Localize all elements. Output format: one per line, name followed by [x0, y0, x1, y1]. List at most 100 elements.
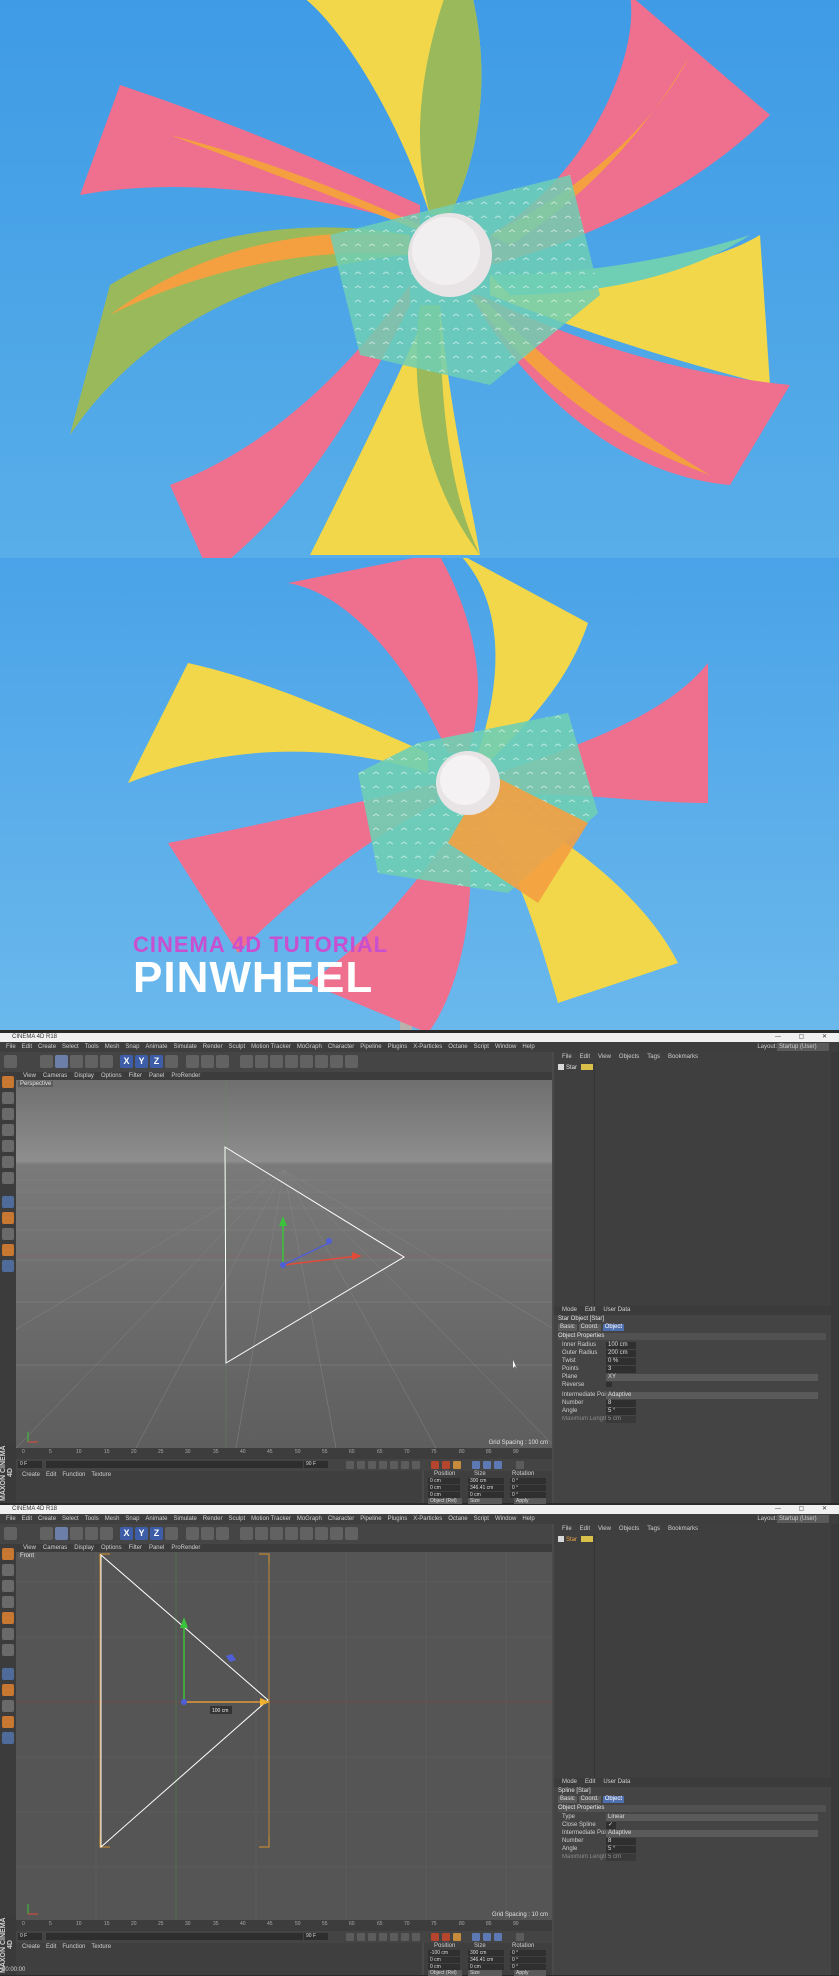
- menu-file[interactable]: File: [6, 1044, 16, 1050]
- close-spline-checkbox[interactable]: ✓: [606, 1822, 616, 1829]
- vp-menu-view[interactable]: View: [23, 1073, 36, 1079]
- visibility-toggle[interactable]: [581, 1064, 594, 1071]
- mat-menu-function[interactable]: Function: [62, 1944, 85, 1950]
- scale-tool-icon[interactable]: [70, 1527, 83, 1540]
- tab-object[interactable]: Object: [602, 1324, 625, 1331]
- position-key-icon[interactable]: [472, 1461, 480, 1469]
- subdivision-icon[interactable]: [270, 1527, 283, 1540]
- attr-type[interactable]: Type Linear: [562, 1814, 818, 1821]
- x-axis-lock-icon[interactable]: X: [120, 1527, 133, 1540]
- floor-icon[interactable]: [315, 1527, 328, 1540]
- object-row-star[interactable]: Star: [558, 1064, 594, 1072]
- right-tab-strip[interactable]: [831, 1052, 839, 1503]
- record-icon[interactable]: [431, 1933, 439, 1941]
- next-frame-icon[interactable]: [390, 1933, 398, 1941]
- workplane-icon[interactable]: [2, 1596, 14, 1608]
- menu-create[interactable]: Create: [38, 1044, 56, 1050]
- obj-menu-view[interactable]: View: [598, 1054, 611, 1060]
- menu-window[interactable]: Window: [495, 1044, 516, 1050]
- window-controls[interactable]: — ▢ ✕: [775, 1505, 835, 1514]
- attr-value[interactable]: 5 °: [606, 1846, 636, 1853]
- menu-motion-tracker[interactable]: Motion Tracker: [251, 1516, 291, 1522]
- vp-menu-prorender[interactable]: ProRender: [171, 1545, 200, 1551]
- menu-sculpt[interactable]: Sculpt: [228, 1044, 245, 1050]
- position-y-field[interactable]: 0 cm: [428, 1957, 460, 1963]
- z-axis-lock-icon[interactable]: Z: [150, 1055, 163, 1068]
- size-x-field[interactable]: 300 cm: [468, 1478, 504, 1484]
- vp-menu-filter[interactable]: Filter: [129, 1545, 142, 1551]
- front-viewport[interactable]: 100 cm Front Grid Spacing : 10 cm: [16, 1552, 552, 1920]
- cube-object-icon[interactable]: [240, 1527, 253, 1540]
- vp-menu-panel[interactable]: Panel: [149, 1545, 164, 1551]
- attr-close-spline[interactable]: Close Spline ✓: [562, 1822, 616, 1829]
- render-settings-icon[interactable]: [216, 1055, 229, 1068]
- pen-spline-icon[interactable]: [255, 1055, 268, 1068]
- rotation-p-field[interactable]: 0 °: [510, 1485, 546, 1491]
- vp-menu-filter[interactable]: Filter: [129, 1073, 142, 1079]
- attr-menu-user-data[interactable]: User Data: [603, 1307, 630, 1313]
- attr-menu-edit[interactable]: Edit: [585, 1779, 595, 1785]
- attr-menu-mode[interactable]: Mode: [562, 1779, 577, 1785]
- attr-twist[interactable]: Twist 0 %: [562, 1358, 636, 1365]
- points-mode-icon[interactable]: [2, 1140, 14, 1152]
- next-frame-icon[interactable]: [390, 1461, 398, 1469]
- tab-object[interactable]: Object: [602, 1796, 625, 1803]
- intermediate-points-dropdown[interactable]: Adaptive: [606, 1392, 818, 1399]
- autokey-icon[interactable]: [442, 1461, 450, 1469]
- attr-points[interactable]: Points 3: [562, 1366, 636, 1373]
- render-view-icon[interactable]: [186, 1527, 199, 1540]
- render-picture-viewer-icon[interactable]: [201, 1055, 214, 1068]
- menu-help[interactable]: Help: [522, 1516, 534, 1522]
- frame-start-field[interactable]: 0 F: [18, 1933, 42, 1940]
- menu-render[interactable]: Render: [203, 1516, 223, 1522]
- attr-plane[interactable]: Plane XY: [562, 1374, 818, 1381]
- z-axis-lock-icon[interactable]: Z: [150, 1527, 163, 1540]
- rotation-key-icon[interactable]: [494, 1461, 502, 1469]
- mat-menu-create[interactable]: Create: [22, 1944, 40, 1950]
- snap-icon[interactable]: [2, 1196, 14, 1208]
- layout-dropdown[interactable]: Startup (User): [777, 1515, 829, 1523]
- attr-value[interactable]: 5 °: [606, 1408, 636, 1415]
- menu-character[interactable]: Character: [328, 1516, 354, 1522]
- floor-icon[interactable]: [315, 1055, 328, 1068]
- position-x-field[interactable]: 0 cm: [428, 1478, 460, 1484]
- live-select-icon[interactable]: [40, 1527, 53, 1540]
- menu-plugins[interactable]: Plugins: [388, 1044, 408, 1050]
- vp-menu-panel[interactable]: Panel: [149, 1073, 164, 1079]
- visibility-toggle[interactable]: [581, 1536, 594, 1543]
- mat-menu-edit[interactable]: Edit: [46, 1472, 56, 1478]
- menu-edit[interactable]: Edit: [22, 1516, 32, 1522]
- polygons-mode-icon[interactable]: [2, 1172, 14, 1184]
- keyframe-selection-icon[interactable]: [453, 1461, 461, 1469]
- attr-angle[interactable]: Angle 5 °: [562, 1408, 636, 1415]
- viewport-label[interactable]: Front: [18, 1553, 37, 1559]
- mat-menu-texture[interactable]: Texture: [91, 1944, 111, 1950]
- menu-pipeline[interactable]: Pipeline: [360, 1516, 381, 1522]
- menu-x-particles[interactable]: X-Particles: [413, 1516, 442, 1522]
- rotate-tool-icon[interactable]: [85, 1527, 98, 1540]
- goto-end-icon[interactable]: [412, 1461, 420, 1469]
- frame-range-slider[interactable]: [46, 1933, 303, 1940]
- prev-key-icon[interactable]: [357, 1461, 365, 1469]
- tab-coord[interactable]: Coord.: [578, 1796, 601, 1803]
- menu-snap[interactable]: Snap: [125, 1516, 139, 1522]
- scale-key-icon[interactable]: [483, 1933, 491, 1941]
- render-view-icon[interactable]: [186, 1055, 199, 1068]
- attr-menu-user-data[interactable]: User Data: [603, 1779, 630, 1785]
- mat-menu-function[interactable]: Function: [62, 1472, 85, 1478]
- type-dropdown[interactable]: Linear: [606, 1814, 818, 1821]
- menu-script[interactable]: Script: [474, 1044, 489, 1050]
- size-y-field[interactable]: 346.41 cm: [468, 1485, 504, 1491]
- menu-octane[interactable]: Octane: [448, 1516, 467, 1522]
- pen-spline-icon[interactable]: [255, 1527, 268, 1540]
- camera-icon[interactable]: [330, 1527, 343, 1540]
- snap-icon[interactable]: [2, 1668, 14, 1680]
- lock-workplane-icon[interactable]: [2, 1260, 14, 1272]
- perspective-viewport[interactable]: Perspective Grid Spacing : 100 cm: [16, 1080, 552, 1448]
- tweak-mode-icon[interactable]: [2, 1228, 14, 1240]
- menu-help[interactable]: Help: [522, 1044, 534, 1050]
- polygons-mode-icon[interactable]: [2, 1644, 14, 1656]
- vp-menu-display[interactable]: Display: [74, 1545, 94, 1551]
- mat-menu-create[interactable]: Create: [22, 1472, 40, 1478]
- tab-basic[interactable]: Basic: [558, 1324, 577, 1331]
